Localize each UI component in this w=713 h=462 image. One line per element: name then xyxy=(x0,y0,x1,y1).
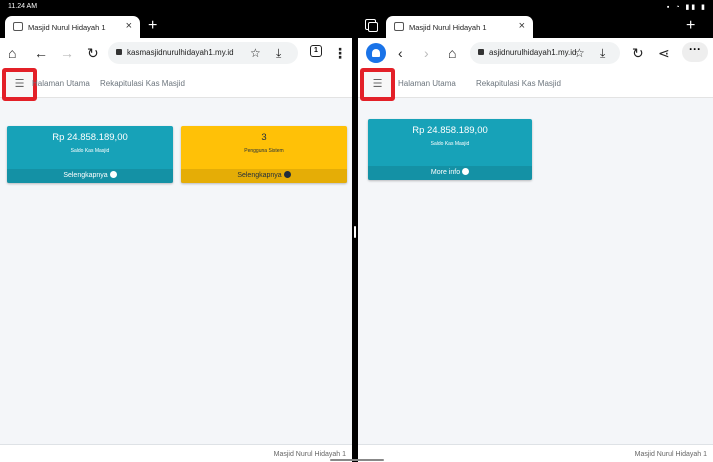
lock-icon xyxy=(478,49,484,55)
top-navbar: ☰ Halaman Utama Rekapitulasi Kas Masjid xyxy=(0,68,352,101)
new-tab-icon[interactable]: + xyxy=(686,17,695,35)
bookmark-star-icon[interactable]: ☆ xyxy=(250,45,261,61)
tab-title: Masjid Nurul Hidayah 1 xyxy=(28,23,106,32)
nav-link-rekapitulasi[interactable]: Rekapitulasi Kas Masjid xyxy=(100,79,185,88)
share-icon[interactable]: ⋖ xyxy=(658,45,670,61)
pengguna-caption: Pengguna Sistem xyxy=(244,148,284,154)
home-icon[interactable]: ⌂ xyxy=(448,45,456,61)
home-icon[interactable]: ⌂ xyxy=(8,45,16,61)
nav-link-rekapitulasi[interactable]: Rekapitulasi Kas Masjid xyxy=(476,79,561,88)
clock: 11.24 AM xyxy=(8,3,38,10)
pengguna-detail-label: Selengkapnya xyxy=(237,172,282,179)
tab-title: Masjid Nurul Hidayah 1 xyxy=(409,23,487,32)
footer-text: Masjid Nurul Hidayah 1 xyxy=(634,451,707,458)
url-text: kasmasjidnurulhidayah1.my.id xyxy=(127,48,234,57)
nav-link-halaman-utama[interactable]: Halaman Utama xyxy=(32,79,90,88)
back-icon[interactable]: ‹ xyxy=(398,45,403,61)
pengguna-count: 3 xyxy=(261,132,267,143)
page-footer: Masjid Nurul Hidayah 1 xyxy=(358,444,713,462)
arrow-circle-right-icon xyxy=(109,171,117,178)
back-icon[interactable]: ← xyxy=(34,45,48,61)
saldo-caption: Saldo Kas Masjid xyxy=(430,141,470,147)
reload-icon[interactable]: ↻ xyxy=(632,45,644,61)
nav-link-halaman-utama[interactable]: Halaman Utama xyxy=(398,79,456,88)
top-navbar: ☰ Halaman Utama Rekapitulasi Kas Masjid xyxy=(358,68,713,101)
saldo-kas-card: Rp 24.858.189,00 Saldo Kas Masjid More i… xyxy=(368,119,532,180)
system-status-bar: 11.24 AM ▪ ◔ ▮▮ ▮ xyxy=(0,0,713,14)
saldo-detail-link[interactable]: Selengkapnya xyxy=(7,169,173,183)
forward-icon[interactable]: → xyxy=(60,45,74,61)
tab-strip: Masjid Nurul Hidayah 1 × + xyxy=(358,14,713,38)
status-icons: ▪ ◔ ▮▮ ▮ xyxy=(666,4,707,11)
tab-strip: Masjid Nurul Hidayah 1 × + xyxy=(0,14,352,38)
tab-switcher-icon[interactable] xyxy=(365,19,378,32)
right-browser-window: Masjid Nurul Hidayah 1 × + ‹ › ⌂ asjidnu… xyxy=(358,14,713,462)
close-tab-icon[interactable]: × xyxy=(126,20,132,32)
address-bar[interactable]: kasmasjidnurulhidayah1.my.id ☆ ⤓ xyxy=(108,42,298,64)
incognito-icon[interactable] xyxy=(366,43,386,63)
lock-icon xyxy=(116,49,122,55)
browser-toolbar: ‹ › ⌂ asjidnurulhidayah1.my.id ☆ ⤓ ↻ ⋖ ·… xyxy=(358,38,713,68)
favicon-icon xyxy=(13,22,23,31)
left-browser-window: Masjid Nurul Hidayah 1 × + ⌂ ← → ↻ kasma… xyxy=(0,14,352,462)
divider-handle[interactable] xyxy=(354,226,356,238)
favicon-icon xyxy=(394,22,404,31)
gesture-bar[interactable] xyxy=(330,459,384,461)
forward-icon[interactable]: › xyxy=(424,45,429,61)
pengguna-detail-link[interactable]: Selengkapnya xyxy=(181,169,347,183)
bookmark-star-icon[interactable]: ☆ xyxy=(574,45,585,61)
footer-text: Masjid Nurul Hidayah 1 xyxy=(273,451,346,458)
address-bar[interactable]: asjidnurulhidayah1.my.id xyxy=(470,42,620,64)
saldo-detail-label: Selengkapnya xyxy=(63,172,108,179)
page-footer: Masjid Nurul Hidayah 1 xyxy=(0,444,352,462)
menu-kebab-icon[interactable]: ⋮ xyxy=(333,45,347,61)
browser-toolbar: ⌂ ← → ↻ kasmasjidnurulhidayah1.my.id ☆ ⤓… xyxy=(0,38,352,68)
arrow-circle-right-icon xyxy=(462,168,470,175)
more-options-icon[interactable]: ··· xyxy=(682,42,708,62)
more-info-label: More info xyxy=(430,169,461,176)
new-tab-icon[interactable]: + xyxy=(148,17,157,35)
browser-tab[interactable]: Masjid Nurul Hidayah 1 × xyxy=(5,16,140,38)
saldo-amount: Rp 24.858.189,00 xyxy=(52,132,128,143)
saldo-more-info-link[interactable]: More info xyxy=(368,166,532,180)
browser-tab[interactable]: Masjid Nurul Hidayah 1 × xyxy=(386,16,533,38)
download-icon[interactable]: ⤓ xyxy=(600,45,605,61)
hamburger-menu-button[interactable]: ☰ xyxy=(360,68,395,101)
reload-icon[interactable]: ↻ xyxy=(87,45,99,61)
url-text: asjidnurulhidayah1.my.id xyxy=(489,48,577,57)
web-page: ☰ Halaman Utama Rekapitulasi Kas Masjid … xyxy=(0,68,352,462)
tab-switcher-button[interactable]: 1 xyxy=(310,45,322,57)
close-tab-icon[interactable]: × xyxy=(519,20,525,32)
web-page: ☰ Halaman Utama Rekapitulasi Kas Masjid … xyxy=(358,68,713,462)
pengguna-card: 3 Pengguna Sistem Selengkapnya xyxy=(181,126,347,183)
download-icon[interactable]: ⤓ xyxy=(276,45,281,61)
saldo-caption: Saldo Kas Masjid xyxy=(70,148,110,154)
arrow-circle-right-icon xyxy=(283,171,291,178)
saldo-kas-card: Rp 24.858.189,00 Saldo Kas Masjid Seleng… xyxy=(7,126,173,183)
saldo-amount: Rp 24.858.189,00 xyxy=(412,125,488,136)
